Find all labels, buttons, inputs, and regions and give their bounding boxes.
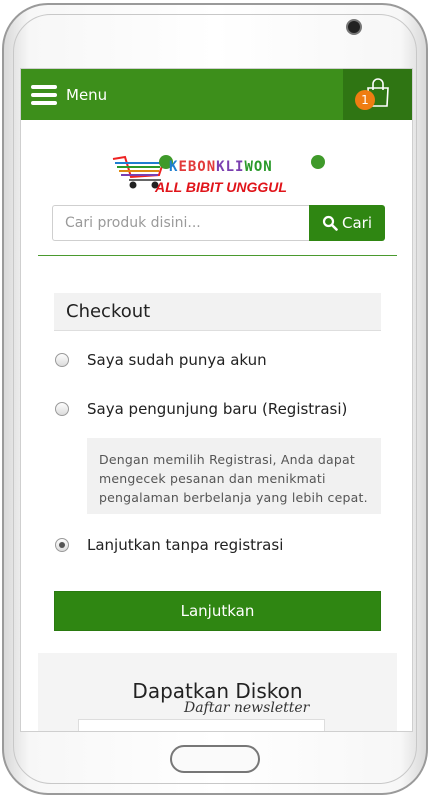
option-guest-checkout[interactable]: Lanjutkan tanpa registrasi	[55, 536, 283, 554]
search-button-label: Cari	[342, 214, 372, 232]
option-label: Saya pengunjung baru (Registrasi)	[87, 400, 348, 418]
cart-button[interactable]: 1	[343, 69, 412, 120]
registration-info-text: Dengan memilih Registrasi, Anda dapat me…	[99, 452, 368, 505]
option-register[interactable]: Saya pengunjung baru (Registrasi)	[55, 400, 347, 418]
brand-name: KEBONKLIWON	[169, 159, 273, 175]
option-existing-account[interactable]: Saya sudah punya akun	[55, 351, 267, 369]
hamburger-icon	[31, 84, 57, 105]
search-input[interactable]	[52, 205, 309, 241]
radio-button[interactable]	[55, 353, 69, 367]
radio-button-selected[interactable]	[55, 538, 69, 552]
newsletter-section: Dapatkan Diskon Daftar newsletter	[38, 653, 397, 731]
search-button[interactable]: Cari	[309, 205, 385, 241]
checkout-title: Checkout	[66, 301, 151, 322]
option-label: Lanjutkan tanpa registrasi	[87, 536, 284, 554]
brand-tagline: ALL BIBIT UNGGUL	[155, 179, 287, 195]
continue-button[interactable]: Lanjutkan	[54, 591, 381, 631]
brand-logo[interactable]: KEBONKLIWON ALL BIBIT UNGGUL	[111, 153, 331, 201]
app-screen: Menu 1 KEBONKLIWON ALL BIBIT UNGGUL Cari…	[20, 68, 413, 732]
search-icon	[322, 215, 338, 231]
option-label: Saya sudah punya akun	[87, 351, 267, 369]
home-button[interactable]	[170, 745, 260, 773]
search-bar: Cari	[52, 205, 385, 241]
top-navbar: Menu 1	[21, 69, 412, 120]
cart-count-badge: 1	[355, 90, 375, 110]
checkout-header: Checkout	[54, 293, 381, 331]
tree-icon	[311, 155, 325, 169]
radio-button[interactable]	[55, 402, 69, 416]
registration-info-box: Dengan memilih Registrasi, Anda dapat me…	[87, 438, 381, 514]
newsletter-subtitle: Daftar newsletter	[184, 700, 310, 716]
brand-name-part: WON	[244, 159, 273, 175]
brand-name-part: KLI	[216, 159, 245, 175]
divider	[38, 255, 397, 256]
newsletter-email-input[interactable]	[78, 719, 325, 731]
menu-button[interactable]: Menu	[31, 69, 107, 120]
brand-name-part: EBON	[178, 159, 217, 175]
menu-label: Menu	[66, 85, 108, 104]
camera-icon	[346, 19, 362, 35]
